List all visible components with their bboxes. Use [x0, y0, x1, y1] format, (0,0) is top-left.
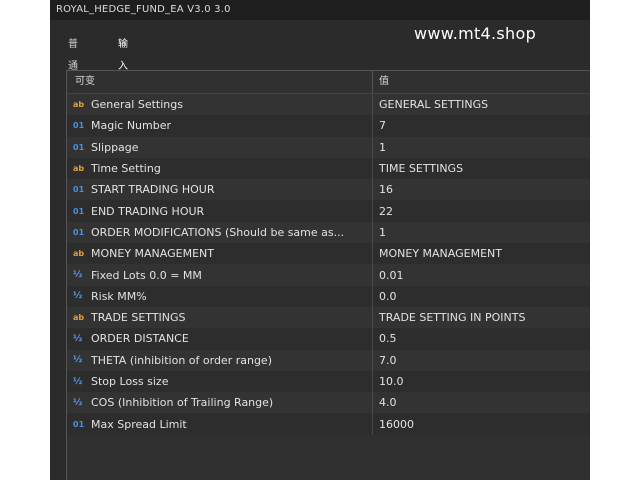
table-row[interactable]: 01 Max Spread Limit 16000 [67, 413, 590, 435]
double-type-icon: ½ [73, 355, 83, 366]
variable-name: COS (Inhibition of Trailing Range) [91, 396, 274, 410]
table-row[interactable]: 01 END TRADING HOUR 22 [67, 200, 590, 222]
value-cell[interactable]: 1 [373, 137, 590, 158]
variable-cell: ab TRADE SETTINGS [67, 306, 373, 329]
variable-cell: ½ Stop Loss size [67, 370, 373, 393]
variable-cell: 01 START TRADING HOUR [67, 179, 373, 201]
value-cell[interactable]: TIME SETTINGS [373, 158, 590, 179]
value-cell[interactable]: 0.0 [373, 286, 590, 307]
variable-name: TRADE SETTINGS [91, 311, 186, 325]
watermark: www.mt4.shop [414, 24, 537, 43]
table-row[interactable]: 01 START TRADING HOUR 16 [67, 179, 590, 201]
int-type-icon: 01 [73, 185, 85, 195]
grid-header: 可变 值 [67, 71, 590, 94]
variable-cell: 01 ORDER MODIFICATIONS (Should be same as… [67, 221, 373, 244]
value-cell[interactable]: 4.0 [373, 392, 590, 413]
column-header-variable[interactable]: 可变 [67, 71, 373, 93]
window-title: ROYAL_HEDGE_FUND_EA V3.0 3.0 [50, 0, 590, 20]
string-type-icon: ab [73, 100, 85, 110]
variable-cell: ½ ORDER DISTANCE [67, 328, 373, 350]
variable-name: START TRADING HOUR [91, 183, 215, 197]
ea-properties-window: ROYAL_HEDGE_FUND_EA V3.0 3.0 普通 输入 www.m… [50, 0, 590, 480]
variable-name: Max Spread Limit [91, 417, 187, 431]
variable-name: Slippage [91, 140, 139, 154]
string-type-icon: ab [73, 164, 85, 174]
table-row[interactable]: ½ THETA (inhibition of order range) 7.0 [67, 349, 590, 371]
table-row[interactable]: 01 ORDER MODIFICATIONS (Should be same as… [67, 221, 590, 244]
int-type-icon: 01 [73, 121, 85, 131]
int-type-icon: 01 [73, 206, 85, 216]
variable-name: Stop Loss size [91, 375, 169, 388]
variable-cell: ½ THETA (inhibition of order range) [67, 349, 373, 371]
variable-name: MONEY MANAGEMENT [91, 247, 214, 261]
table-row[interactable]: ½ Stop Loss size 10.0 [67, 370, 590, 393]
double-type-icon: ½ [73, 376, 83, 387]
table-row[interactable]: 01 Magic Number 7 [67, 115, 590, 137]
value-cell[interactable]: 1 [373, 222, 590, 243]
double-type-icon: ½ [73, 291, 83, 302]
double-type-icon: ½ [73, 397, 83, 408]
double-type-icon: ½ [73, 333, 83, 344]
value-cell[interactable]: 0.01 [373, 264, 590, 285]
int-type-icon: 01 [73, 227, 85, 237]
table-row[interactable]: ab General Settings GENERAL SETTINGS [67, 94, 590, 116]
value-cell[interactable]: 7 [373, 115, 590, 136]
table-row[interactable]: ½ ORDER DISTANCE 0.5 [67, 328, 590, 350]
variable-cell: ½ Fixed Lots 0.0 = MM [67, 264, 373, 286]
value-cell[interactable]: TRADE SETTING IN POINTS [373, 307, 590, 328]
variable-name: Fixed Lots 0.0 = MM [91, 268, 202, 282]
variable-cell: ab General Settings [67, 94, 373, 116]
string-type-icon: ab [73, 313, 85, 323]
variable-cell: ab Time Setting [67, 157, 373, 180]
value-cell[interactable]: 0.5 [373, 328, 590, 349]
value-cell[interactable]: 16000 [373, 413, 590, 434]
value-cell[interactable]: MONEY MANAGEMENT [373, 243, 590, 264]
table-row[interactable]: 01 Slippage 1 [67, 136, 590, 158]
double-type-icon: ½ [73, 270, 83, 281]
variable-cell: 01 Magic Number [67, 115, 373, 137]
variable-name: THETA (inhibition of order range) [91, 353, 272, 367]
variable-name: Time Setting [91, 162, 161, 176]
table-row[interactable]: ab Time Setting TIME SETTINGS [67, 157, 590, 180]
variable-name: Magic Number [91, 119, 172, 133]
table-row[interactable]: ½ COS (Inhibition of Trailing Range) 4.0 [67, 392, 590, 414]
table-row[interactable]: ½ Fixed Lots 0.0 = MM 0.01 [67, 264, 590, 286]
variable-name: ORDER DISTANCE [91, 332, 189, 346]
table-row[interactable]: ab MONEY MANAGEMENT MONEY MANAGEMENT [67, 243, 590, 265]
variable-name: ORDER MODIFICATIONS (Should be same as..… [91, 225, 345, 239]
variable-cell: 01 Max Spread Limit [67, 413, 373, 435]
value-cell[interactable]: 7.0 [373, 350, 590, 371]
variable-cell: ab MONEY MANAGEMENT [67, 243, 373, 265]
value-cell[interactable]: 10.0 [373, 371, 590, 392]
string-type-icon: ab [73, 249, 85, 259]
variable-cell: 01 END TRADING HOUR [67, 200, 373, 222]
int-type-icon: 01 [73, 419, 85, 429]
value-cell[interactable]: 22 [373, 200, 590, 221]
value-cell[interactable]: 16 [373, 179, 590, 200]
variable-cell: 01 Slippage [67, 136, 373, 158]
value-cell[interactable]: GENERAL SETTINGS [373, 94, 590, 115]
variable-cell: ½ Risk MM% [67, 285, 373, 307]
int-type-icon: 01 [73, 142, 85, 152]
variable-cell: ½ COS (Inhibition of Trailing Range) [67, 392, 373, 414]
variable-name: END TRADING HOUR [91, 204, 205, 218]
column-header-value[interactable]: 值 [373, 71, 590, 93]
grid-rows: ab General Settings GENERAL SETTINGS 01 Magi… [67, 94, 590, 435]
table-row[interactable]: ab TRADE SETTINGS TRADE SETTING IN POINTS [67, 306, 590, 329]
inputs-grid: 可变 值 ab General Settings GENERAL SETTINGS 0… [66, 70, 590, 480]
table-row[interactable]: ½ Risk MM% 0.0 [67, 285, 590, 307]
variable-name: General Settings [91, 98, 183, 112]
variable-name: Risk MM% [91, 289, 147, 303]
